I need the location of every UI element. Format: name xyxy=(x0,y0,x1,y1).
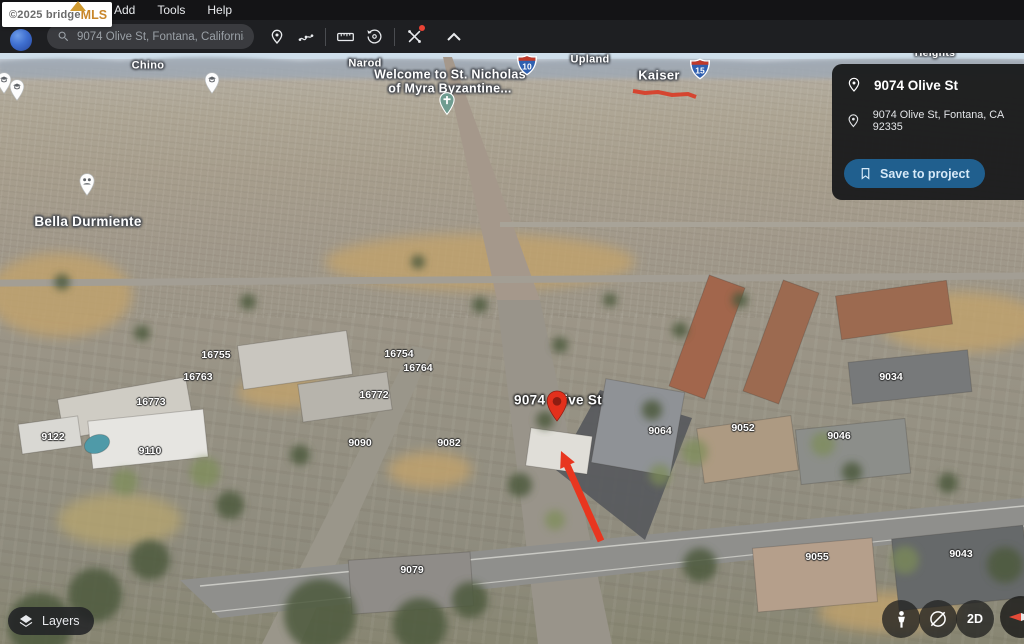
google-earth-window: ChinoNarodWelcome to St. Nicholas of Myr… xyxy=(0,0,1024,644)
kaiser-red-underline xyxy=(633,91,696,97)
layers-button[interactable]: Layers xyxy=(8,607,94,635)
search-icon xyxy=(57,30,70,43)
compass-needle-icon xyxy=(1006,602,1024,632)
sky-band xyxy=(0,53,1024,59)
orbit-history-button[interactable] xyxy=(360,22,389,51)
address-pin-icon xyxy=(846,113,861,129)
pointer-arrow xyxy=(560,451,601,541)
church-pin[interactable] xyxy=(439,92,456,120)
place-pin-icon xyxy=(846,77,862,93)
menu-bar: Add Tools Help xyxy=(0,0,1024,20)
location-pin-icon xyxy=(269,29,285,45)
toolbar-divider xyxy=(325,28,326,46)
drawing-tools-button[interactable] xyxy=(400,22,429,51)
tilt-compass-icon xyxy=(928,609,948,629)
bridgemls-watermark: ©2025 bridgeMLS xyxy=(2,2,112,27)
location-pin-button[interactable] xyxy=(262,22,291,51)
save-to-project-button[interactable]: Save to project xyxy=(844,159,985,188)
search-input[interactable] xyxy=(77,31,244,43)
lawns xyxy=(112,432,919,574)
menu-help[interactable]: Help xyxy=(196,0,243,20)
measure-path-button[interactable] xyxy=(291,22,320,51)
target-red-pin[interactable] xyxy=(546,390,569,427)
map-urban-texture-foreground xyxy=(0,313,1024,644)
pegman-street-view-button[interactable] xyxy=(882,600,920,638)
school-pin[interactable] xyxy=(204,72,220,99)
menu-tools[interactable]: Tools xyxy=(146,0,196,20)
place-title: 9074 Olive St xyxy=(874,78,958,93)
pegman-icon xyxy=(893,610,910,629)
bookmark-icon xyxy=(859,166,872,181)
app-header: Add Tools Help xyxy=(0,0,1024,53)
collapse-toolbar-button[interactable] xyxy=(439,22,468,51)
dirt-patches xyxy=(0,234,1024,632)
chevron-up-icon xyxy=(447,32,461,41)
tilt-view-button[interactable] xyxy=(919,600,957,638)
building-roofs xyxy=(18,275,1024,614)
measure-path-icon xyxy=(297,29,315,45)
toggle-2d-button[interactable]: 2D xyxy=(956,600,994,638)
school-pin[interactable] xyxy=(9,79,25,106)
ruler-button[interactable] xyxy=(331,22,360,51)
toolbar-divider xyxy=(394,28,395,46)
layers-icon xyxy=(18,613,34,629)
place-address: 9074 Olive St, Fontana, CA 92335 xyxy=(873,109,1024,133)
toolbar xyxy=(262,22,468,51)
mountain-logo-icon xyxy=(70,1,86,11)
place-info-panel: 9074 Olive St 9074 Olive St, Fontana, CA… xyxy=(832,64,1024,200)
search-bar[interactable] xyxy=(47,24,254,49)
tree-clusters xyxy=(8,255,1023,644)
park-pin[interactable] xyxy=(79,173,96,201)
earth-logo[interactable] xyxy=(10,29,32,51)
orbit-history-icon xyxy=(366,28,383,45)
notification-dot xyxy=(419,25,425,31)
ruler-icon xyxy=(337,30,354,44)
